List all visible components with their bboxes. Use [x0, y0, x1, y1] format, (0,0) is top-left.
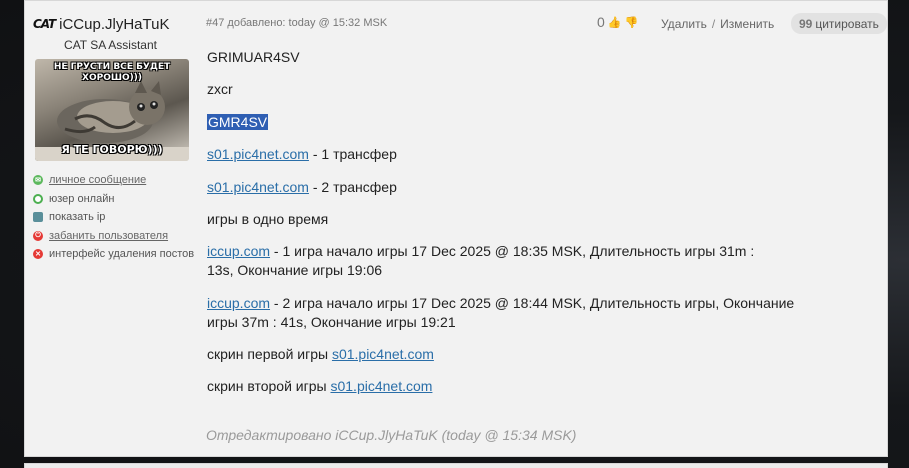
username-link[interactable]: iCCup.JlyHaTuK [59, 16, 169, 33]
iccup-link[interactable]: iccup.com [207, 243, 270, 259]
content-text: скрин первой игры [207, 346, 332, 362]
quote-icon: 99 [799, 16, 813, 31]
thumbs-down-icon[interactable]: 👎 [625, 16, 639, 29]
content-text: - 1 игра начало игры 17 Dec 2025 @ 18:35… [207, 243, 755, 278]
online-icon [33, 193, 43, 204]
content-text: - 2 игра начало игры 17 Dec 2025 @ 18:44… [207, 295, 795, 330]
content-line: iccup.com - 2 игра начало игры 17 Dec 20… [207, 294, 797, 331]
content-text: скрин второй игры [207, 378, 331, 394]
thumbs-up-icon[interactable]: 👍 [608, 16, 622, 29]
ban-icon: ⏻ [33, 230, 43, 241]
pic4net-link[interactable]: s01.pic4net.com [330, 378, 432, 394]
action-label[interactable]: показать ip [49, 211, 105, 223]
action-label[interactable]: забанить пользователя [49, 230, 168, 242]
avatar: НЕ ГРУСТИ ВСЕ БУДЕТ ХОРОШО))) Я ТЕ ГОВОР… [35, 59, 189, 161]
quote-label: цитировать [815, 16, 879, 31]
content-text: - 1 трансфер [308, 146, 397, 162]
pic4net-link[interactable]: s01.pic4net.com [207, 146, 309, 162]
message-icon: ✉ [33, 175, 43, 186]
content-line: zxcr [207, 81, 233, 97]
content-line: игры в одно время [207, 211, 329, 227]
action-label: юзер онлайн [49, 192, 115, 205]
content-line: GMR4SV [207, 113, 807, 132]
action-ban-user[interactable]: ⏻ забанить пользователя [33, 227, 203, 246]
iccup-link[interactable]: iccup.com [207, 295, 270, 311]
content-line: s01.pic4net.com - 2 трансфер [207, 178, 807, 197]
content-line: iccup.com - 1 игра начало игры 17 Dec 20… [207, 242, 777, 279]
content-line: скрин второй игры s01.pic4net.com [207, 377, 807, 396]
action-label[interactable]: интерфейс удаления постов [49, 248, 194, 260]
user-profile: CAT iCCup.JlyHaTuK CAT SA Assistant НЕ Г… [33, 13, 203, 264]
action-private-message[interactable]: ✉ личное сообщение [33, 171, 203, 190]
action-user-online: юзер онлайн [33, 190, 203, 209]
content-text: - 2 трансфер [308, 179, 397, 195]
avatar-caption-top: НЕ ГРУСТИ ВСЕ БУДЕТ ХОРОШО))) [53, 62, 171, 83]
post-meta: #47 добавлено: today @ 15:32 MSK [206, 17, 388, 29]
post-rating: 0 👍 👎 [597, 14, 638, 30]
delete-icon: ✕ [33, 249, 43, 260]
post-edit-links: Удалить / Изменить [661, 17, 774, 31]
content-line: s01.pic4net.com - 1 трансфер [207, 145, 807, 164]
edited-note: Отредактировано iCCup.JlyHaTuK (today @ … [206, 427, 577, 443]
delete-post-link[interactable]: Удалить [661, 17, 707, 31]
action-label[interactable]: личное сообщение [49, 174, 146, 186]
edit-post-link[interactable]: Изменить [720, 17, 774, 31]
user-title: CAT SA Assistant [64, 38, 157, 52]
content-line: скрин первой игры s01.pic4net.com [207, 345, 807, 364]
pic4net-link[interactable]: s01.pic4net.com [332, 346, 434, 362]
pic4net-link[interactable]: s01.pic4net.com [207, 179, 309, 195]
selected-text: GMR4SV [207, 114, 269, 130]
avatar-caption-bottom: Я ТЕ ГОВОРЮ))) [61, 143, 163, 156]
rating-value: 0 [597, 14, 605, 30]
quote-button[interactable]: 99 цитировать [791, 13, 887, 34]
next-post-edge [24, 463, 888, 468]
content-line: GRIMUAR4SV [207, 49, 300, 65]
clan-tag: CAT [33, 17, 56, 31]
action-show-ip[interactable]: показать ip [33, 208, 203, 227]
ip-icon [33, 212, 43, 223]
user-actions: ✉ личное сообщение юзер онлайн показать … [33, 171, 203, 264]
action-delete-posts[interactable]: ✕ интерфейс удаления постов [33, 245, 203, 264]
forum-post: CAT iCCup.JlyHaTuK CAT SA Assistant НЕ Г… [24, 0, 888, 457]
separator: / [711, 17, 716, 31]
